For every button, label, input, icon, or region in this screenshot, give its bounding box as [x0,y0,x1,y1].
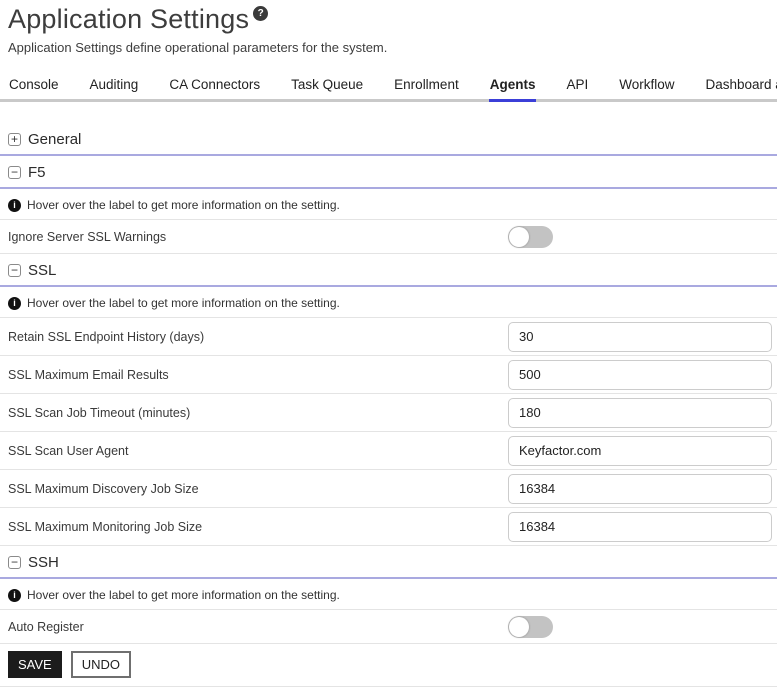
tab-ca-connectors[interactable]: CA Connectors [168,68,261,99]
section-header-ssh[interactable]: − SSH [0,546,777,579]
ignore-server-ssl-warnings-toggle[interactable] [508,226,553,248]
ssl-maximum-email-results-input[interactable] [508,360,772,390]
help-icon[interactable]: ? [253,6,268,21]
f5-info-row: i Hover over the label to get more infor… [0,189,777,220]
ssl-info-row: i Hover over the label to get more infor… [0,287,777,318]
setting-label: Ignore Server SSL Warnings [8,230,508,244]
setting-row-ssl-maximum-discovery-job-size: SSL Maximum Discovery Job Size [0,470,777,508]
setting-label: Auto Register [8,620,508,634]
tab-console[interactable]: Console [8,68,60,99]
save-button[interactable]: SAVE [8,651,62,678]
section-title-f5: F5 [28,164,46,181]
collapse-icon[interactable]: − [8,556,21,569]
setting-row-ssl-maximum-monitoring-job-size: SSL Maximum Monitoring Job Size [0,508,777,546]
setting-row-ssl-scan-job-timeout: SSL Scan Job Timeout (minutes) [0,394,777,432]
ssl-scan-user-agent-input[interactable] [508,436,772,466]
tab-api[interactable]: API [565,68,589,99]
setting-label: SSL Scan User Agent [8,444,508,458]
toggle-knob [509,617,529,637]
setting-label: SSL Scan Job Timeout (minutes) [8,406,508,420]
setting-control [508,512,772,542]
section-header-general[interactable]: + General [0,123,777,156]
setting-row-auto-register: Auto Register [0,610,777,644]
tab-task-queue[interactable]: Task Queue [290,68,364,99]
ssh-info-row: i Hover over the label to get more infor… [0,579,777,610]
page-header: Application Settings? Application Settin… [0,0,777,55]
retain-ssl-endpoint-history-input[interactable] [508,322,772,352]
setting-label: Retain SSL Endpoint History (days) [8,330,508,344]
setting-control [508,436,772,466]
setting-row-ignore-server-ssl-warnings: Ignore Server SSL Warnings [0,220,777,254]
info-icon: i [8,589,21,602]
setting-label: SSL Maximum Monitoring Job Size [8,520,508,534]
section-title-ssh: SSH [28,554,59,571]
collapse-icon[interactable]: − [8,264,21,277]
setting-control [508,322,772,352]
toggle-knob [509,227,529,247]
setting-label: SSL Maximum Discovery Job Size [8,482,508,496]
expand-icon[interactable]: + [8,133,21,146]
ssl-maximum-discovery-job-size-input[interactable] [508,474,772,504]
ssl-scan-job-timeout-input[interactable] [508,398,772,428]
setting-control [508,474,772,504]
setting-row-retain-ssl-endpoint-history: Retain SSL Endpoint History (days) [0,318,777,356]
setting-control [508,398,772,428]
application-settings-page: Application Settings? Application Settin… [0,0,777,687]
section-header-ssl[interactable]: − SSL [0,254,777,287]
section-header-f5[interactable]: − F5 [0,156,777,189]
info-icon: i [8,297,21,310]
section-title-ssl: SSL [28,262,56,279]
setting-row-ssl-maximum-email-results: SSL Maximum Email Results [0,356,777,394]
action-bar: SAVE UNDO [0,644,777,687]
page-subtitle: Application Settings define operational … [8,40,769,55]
info-icon: i [8,199,21,212]
setting-control [508,360,772,390]
tab-enrollment[interactable]: Enrollment [393,68,460,99]
info-text: Hover over the label to get more informa… [27,588,340,602]
setting-control [508,616,772,638]
setting-row-ssl-scan-user-agent: SSL Scan User Agent [0,432,777,470]
setting-control [508,226,772,248]
settings-content: + General − F5 i Hover over the label to… [0,123,777,687]
tab-bar: Console Auditing CA Connectors Task Queu… [0,68,777,102]
tab-dashboard-and-reports[interactable]: Dashboard and Reports [705,68,777,99]
page-title: Application Settings [8,4,249,34]
tab-agents[interactable]: Agents [489,68,537,102]
section-title-general: General [28,131,81,148]
tab-auditing[interactable]: Auditing [89,68,140,99]
info-text: Hover over the label to get more informa… [27,296,340,310]
tab-workflow[interactable]: Workflow [618,68,675,99]
info-text: Hover over the label to get more informa… [27,198,340,212]
setting-label: SSL Maximum Email Results [8,368,508,382]
undo-button[interactable]: UNDO [71,651,131,678]
auto-register-toggle[interactable] [508,616,553,638]
collapse-icon[interactable]: − [8,166,21,179]
ssl-maximum-monitoring-job-size-input[interactable] [508,512,772,542]
